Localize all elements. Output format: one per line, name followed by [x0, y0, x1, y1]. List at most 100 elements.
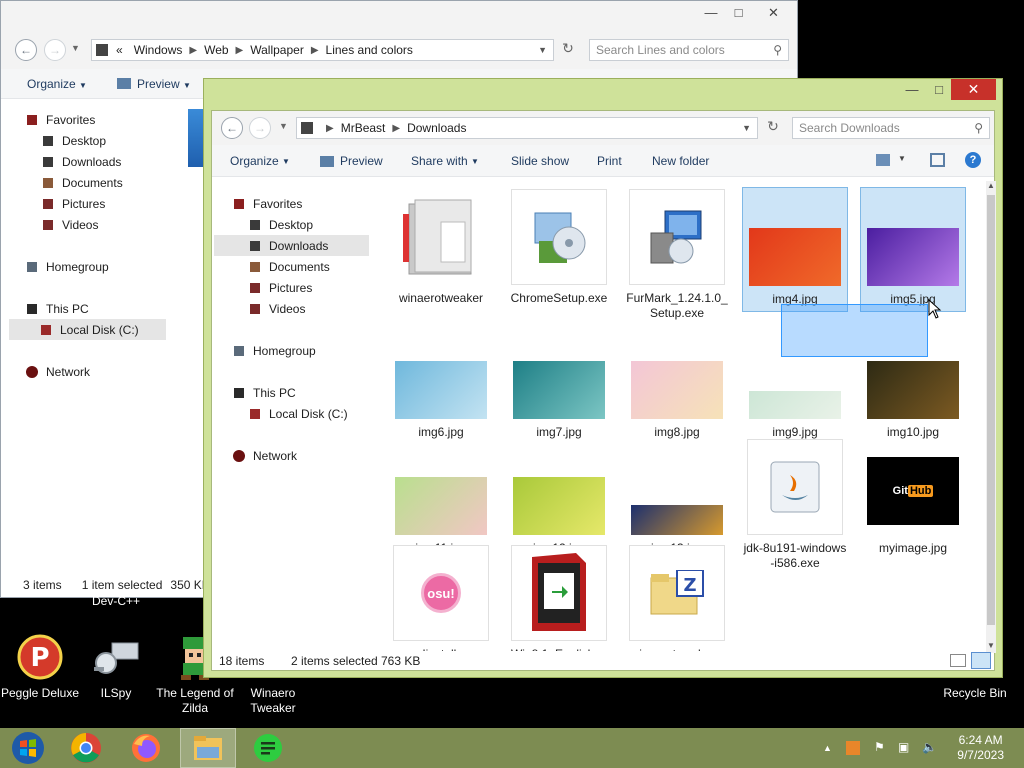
file-item[interactable]: jdk-8u191-windows-i586.exe: [742, 437, 848, 575]
breadcrumb-mrbeast[interactable]: MrBeast: [341, 121, 386, 135]
app-tray-icon[interactable]: [846, 741, 860, 755]
file-item[interactable]: FurMark_1.24.1.0_Setup.exe: [624, 187, 730, 325]
desktop-icon-label-partial[interactable]: Dev-C++: [92, 594, 140, 608]
nav-item-network[interactable]: Network: [232, 445, 297, 466]
details-view-icon[interactable]: [950, 654, 966, 667]
large-icons-view-icon[interactable]: [971, 652, 991, 669]
nav-item-desktop[interactable]: Desktop: [41, 130, 106, 151]
breadcrumb-overflow[interactable]: «: [116, 43, 123, 57]
scroll-up-icon[interactable]: ▲: [986, 181, 996, 193]
organize-button[interactable]: Organize ▼: [230, 154, 290, 168]
preview-button[interactable]: Preview ▼: [116, 77, 191, 91]
nav-item-favorites[interactable]: Favorites: [25, 109, 95, 130]
firefox-icon[interactable]: [118, 728, 174, 768]
file-item[interactable]: ChromeSetup.exe: [506, 187, 612, 310]
refresh-icon[interactable]: ↻: [558, 40, 578, 60]
close-button[interactable]: ✕: [756, 1, 791, 25]
recent-chevron-icon[interactable]: ▼: [279, 121, 288, 131]
action-center-flag-icon[interactable]: ⚑: [874, 740, 885, 754]
share-with-button[interactable]: Share with ▼: [411, 154, 479, 168]
organize-button[interactable]: Organize ▼: [27, 77, 87, 91]
nav-item-local-disk-c[interactable]: Local Disk (C:): [248, 403, 348, 424]
desktop-icon-peggle[interactable]: P Peggle Deluxe: [0, 632, 80, 701]
back-button[interactable]: ←: [221, 117, 243, 139]
desktop-icon-ilspy[interactable]: ILSpy: [76, 632, 156, 701]
breadcrumb-downloads[interactable]: Downloads: [407, 121, 466, 135]
forward-button[interactable]: →: [44, 39, 66, 61]
file-item[interactable]: img11.jpg: [388, 437, 494, 560]
nav-item-documents[interactable]: Documents: [248, 256, 330, 277]
nav-item-this-pc[interactable]: This PC: [232, 382, 296, 403]
file-item[interactable]: Git Hub myimage.jpg: [860, 437, 966, 560]
file-item[interactable]: img7.jpg: [506, 321, 612, 444]
help-icon[interactable]: ?: [965, 152, 981, 168]
nav-item-homegroup[interactable]: Homegroup: [25, 256, 109, 277]
nav-item-pictures[interactable]: Pictures: [41, 193, 105, 214]
file-item[interactable]: img4.jpg: [742, 187, 848, 312]
clock[interactable]: 6:24 AM 9/7/2023: [957, 733, 1004, 763]
refresh-icon[interactable]: ↻: [763, 118, 783, 138]
wallpaper-thumbnail[interactable]: [188, 109, 204, 167]
recent-chevron-icon[interactable]: ▼: [71, 43, 80, 53]
minimize-button[interactable]: —: [696, 1, 726, 25]
chevron-down-icon[interactable]: ▼: [742, 123, 751, 133]
nav-item-videos[interactable]: Videos: [41, 214, 98, 235]
file-item[interactable]: img8.jpg: [624, 321, 730, 444]
minimize-button[interactable]: —: [897, 79, 927, 100]
maximize-button[interactable]: □: [926, 79, 952, 100]
breadcrumb-wallpaper[interactable]: Wallpaper: [250, 43, 304, 57]
file-explorer-icon[interactable]: [180, 728, 236, 768]
breadcrumb-windows[interactable]: Windows: [134, 43, 183, 57]
scroll-thumb[interactable]: [987, 195, 995, 625]
nav-item-this-pc[interactable]: This PC: [25, 298, 89, 319]
show-hidden-icons-icon[interactable]: ▲: [823, 743, 832, 753]
nav-item-favorites[interactable]: Favorites: [232, 193, 302, 214]
file-item[interactable]: osu! osu!install.exe: [388, 543, 494, 651]
file-name: winaerotweaker.z: [624, 647, 730, 651]
title-bar[interactable]: — □ ✕: [204, 79, 1002, 109]
volume-icon[interactable]: 🔈: [922, 740, 937, 754]
nav-item-network[interactable]: Network: [25, 361, 90, 382]
file-item[interactable]: Zwinaerotweaker.z: [624, 543, 730, 651]
file-item[interactable]: img12.jpg: [506, 437, 612, 560]
nav-item-downloads[interactable]: Downloads: [41, 151, 121, 172]
file-item[interactable]: winaerotweaker: [388, 187, 494, 310]
file-item[interactable]: img13.jpg: [624, 437, 730, 560]
title-bar[interactable]: — □ ✕: [1, 1, 797, 29]
new-folder-button[interactable]: New folder: [652, 154, 709, 168]
close-button[interactable]: ✕: [951, 79, 996, 100]
nav-item-desktop[interactable]: Desktop: [248, 214, 313, 235]
view-options-chevron-icon[interactable]: ▼: [898, 154, 906, 163]
nav-item-downloads[interactable]: Downloads: [214, 235, 369, 256]
change-view-icon[interactable]: [876, 154, 890, 166]
nav-item-homegroup[interactable]: Homegroup: [232, 340, 316, 361]
notes-icon[interactable]: [240, 728, 296, 768]
breadcrumb-lines-and-colors[interactable]: Lines and colors: [326, 43, 413, 57]
preview-pane-icon[interactable]: [930, 153, 945, 167]
nav-item-videos[interactable]: Videos: [248, 298, 305, 319]
file-item[interactable]: img5.jpg: [860, 187, 966, 312]
breadcrumb[interactable]: « Windows ▶ Web ▶ Wallpaper ▶ Lines and …: [91, 39, 554, 61]
search-input[interactable]: Search Downloads ⚲: [792, 117, 990, 139]
downloads-explorer-window[interactable]: — □ ✕ ← → ▼ ▶ MrBeast ▶ Downloads ▼ ↻ Se…: [203, 78, 1003, 678]
chrome-icon[interactable]: [58, 728, 114, 768]
file-item[interactable]: img6.jpg: [388, 321, 494, 444]
chevron-down-icon[interactable]: ▼: [538, 45, 547, 55]
forward-button[interactable]: →: [249, 117, 271, 139]
start-button[interactable]: [0, 728, 56, 768]
slide-show-button[interactable]: Slide show: [511, 154, 569, 168]
maximize-button[interactable]: □: [726, 1, 751, 25]
print-button[interactable]: Print: [597, 154, 622, 168]
file-item[interactable]: Win8.1_English_x: [506, 543, 612, 651]
preview-button[interactable]: Preview: [320, 154, 383, 168]
nav-item-local-disk-c[interactable]: Local Disk (C:): [9, 319, 166, 340]
network-status-icon[interactable]: ▣: [898, 740, 909, 754]
search-input[interactable]: Search Lines and colors ⚲: [589, 39, 789, 61]
breadcrumb-web[interactable]: Web: [204, 43, 228, 57]
back-button[interactable]: ←: [15, 39, 37, 61]
breadcrumb[interactable]: ▶ MrBeast ▶ Downloads ▼: [296, 117, 758, 139]
vertical-scrollbar[interactable]: ▲ ▼: [986, 181, 996, 653]
nav-item-documents[interactable]: Documents: [41, 172, 123, 193]
iso-icon: [511, 545, 607, 641]
nav-item-pictures[interactable]: Pictures: [248, 277, 312, 298]
